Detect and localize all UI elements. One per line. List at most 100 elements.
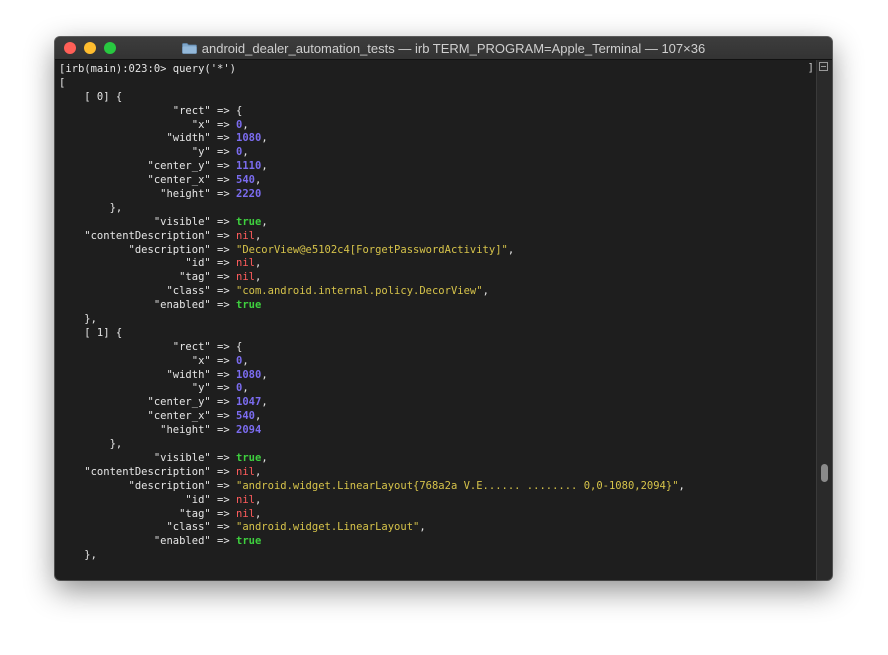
code-text: "class" => <box>59 285 237 298</box>
nil-token: nil <box>236 465 255 478</box>
code-text: "contentDescription" => <box>59 465 237 478</box>
terminal-line: "class" => "com.android.internal.policy.… <box>59 285 817 299</box>
code-text: , <box>678 479 685 492</box>
code-text: [irb(main):023:0> query('*') <box>59 63 237 75</box>
code-text: , <box>507 243 515 256</box>
terminal-line: "tag" => nil, <box>59 508 817 522</box>
code-text: , <box>254 229 262 242</box>
string-token: "com.android.internal.policy.DecorView" <box>236 285 483 298</box>
boolean-token: true <box>236 451 262 464</box>
code-text: , <box>261 215 268 228</box>
number-token: 1047 <box>236 396 262 409</box>
code-text: [ <box>59 76 66 89</box>
terminal-line: }, <box>59 313 817 327</box>
number-token: 1080 <box>236 368 262 381</box>
code-text: }, <box>59 201 123 214</box>
nil-token: nil <box>236 507 255 520</box>
terminal-line: "center_x" => 540, <box>59 410 817 424</box>
code-text: "enabled" => <box>59 299 237 312</box>
terminal-line: "description" => "DecorView@e5102c4[Forg… <box>59 244 817 258</box>
terminal-line: "height" => 2094 <box>59 424 817 438</box>
terminal-line: "contentDescription" => nil, <box>59 230 817 244</box>
window-title-area: android_dealer_automation_tests — irb TE… <box>55 37 832 59</box>
code-text: , <box>242 118 249 131</box>
terminal-line: "rect" => { <box>59 341 817 355</box>
terminal-line: "x" => 0, <box>59 355 817 369</box>
code-text: , <box>419 521 426 534</box>
code-text: }, <box>59 313 97 326</box>
terminal-line: }, <box>59 202 817 216</box>
terminal-line: "width" => 1080, <box>59 132 817 146</box>
split-pane-icon[interactable] <box>819 62 828 71</box>
terminal-line: "id" => nil, <box>59 257 817 271</box>
code-text: }, <box>59 549 97 562</box>
terminal-line: [ 0] { <box>59 91 817 105</box>
terminal-line: [irb(main):023:0> query('*') <box>59 63 817 77</box>
boolean-token: true <box>236 299 262 312</box>
code-text: , <box>254 410 262 423</box>
number-token: 1080 <box>236 132 262 145</box>
code-text: , <box>261 132 268 145</box>
terminal-line: "y" => 0, <box>59 382 817 396</box>
code-text: "center_x" => <box>59 410 237 423</box>
code-text: "tag" => <box>59 271 237 284</box>
title-bar[interactable]: ✕ – + android_dealer_automation_tests — … <box>55 37 832 60</box>
terminal-line: "center_x" => 540, <box>59 174 817 188</box>
code-text: , <box>254 507 262 520</box>
code-text: , <box>261 451 268 464</box>
code-text: "center_y" => <box>59 396 237 409</box>
folder-icon <box>181 42 197 54</box>
terminal-line: [ 1] { <box>59 327 817 341</box>
code-text: "height" => <box>59 188 237 201</box>
code-text: , <box>254 257 262 270</box>
nil-token: nil <box>236 271 255 284</box>
terminal-line: "contentDescription" => nil, <box>59 466 817 480</box>
code-text: "visible" => <box>59 451 237 464</box>
terminal-line: "width" => 1080, <box>59 369 817 383</box>
code-text: "center_y" => <box>59 160 237 173</box>
number-token: 540 <box>236 174 255 187</box>
code-text: "x" => <box>59 118 237 131</box>
code-text: , <box>242 354 249 367</box>
nil-token: nil <box>236 493 255 506</box>
code-text: , <box>254 174 262 187</box>
terminal-line: "visible" => true, <box>59 216 817 230</box>
terminal-line: "center_y" => 1047, <box>59 396 817 410</box>
code-text: "x" => <box>59 354 237 367</box>
code-text: "description" => <box>59 479 237 492</box>
terminal-line: "visible" => true, <box>59 452 817 466</box>
terminal-line: "rect" => { <box>59 105 817 119</box>
code-text: , <box>242 146 249 159</box>
number-token: 2220 <box>236 188 262 201</box>
code-text: , <box>261 396 268 409</box>
code-text: , <box>482 285 489 298</box>
terminal-line: "x" => 0, <box>59 119 817 133</box>
code-text: [ 0] { <box>59 90 123 103</box>
terminal-output[interactable]: [irb(main):023:0> query('*')[ [ 0] { "re… <box>55 60 817 580</box>
vertical-scrollbar[interactable] <box>816 60 832 580</box>
code-text: "contentDescription" => <box>59 229 237 242</box>
terminal-line: "enabled" => true <box>59 535 817 549</box>
code-text: , <box>242 382 249 395</box>
scrollbar-thumb[interactable] <box>821 464 828 482</box>
code-text: "description" => <box>59 243 237 256</box>
boolean-token: true <box>236 215 262 228</box>
code-text: "id" => <box>59 257 237 270</box>
terminal-window: ✕ – + android_dealer_automation_tests — … <box>55 37 832 580</box>
code-text: , <box>261 160 268 173</box>
terminal-line: "enabled" => true <box>59 299 817 313</box>
nil-token: nil <box>236 229 255 242</box>
code-text: , <box>261 368 268 381</box>
code-text: "id" => <box>59 493 237 506</box>
code-text: "height" => <box>59 424 237 437</box>
code-text: , <box>254 271 262 284</box>
number-token: 2094 <box>236 424 262 437</box>
string-token: "android.widget.LinearLayout" <box>236 521 420 534</box>
code-text: "y" => <box>59 382 237 395</box>
code-text: , <box>254 465 262 478</box>
terminal-line: "height" => 2220 <box>59 188 817 202</box>
terminal-line: "description" => "android.widget.LinearL… <box>59 480 817 494</box>
terminal-line: "id" => nil, <box>59 494 817 508</box>
boolean-token: true <box>236 535 262 548</box>
code-text: "visible" => <box>59 215 237 228</box>
